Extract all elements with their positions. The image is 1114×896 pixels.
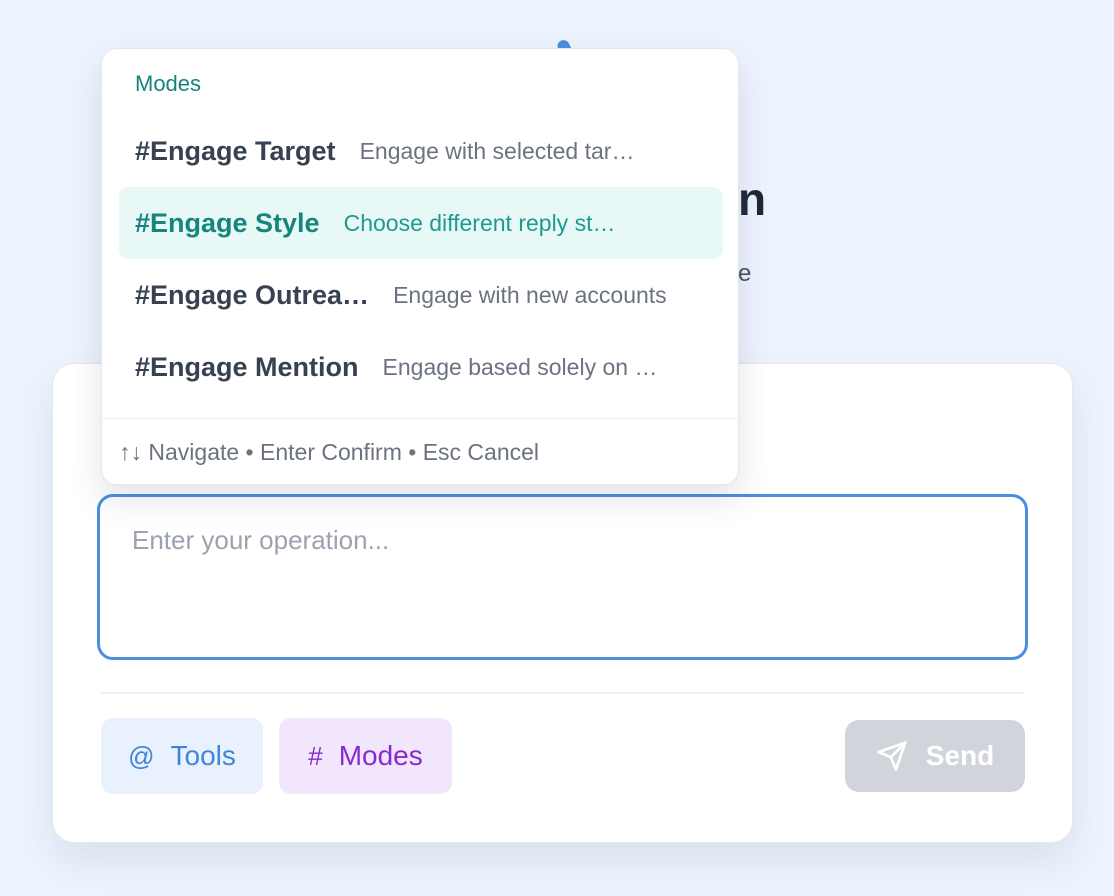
- keyboard-hint: ↑↓ Navigate • Enter Confirm • Esc Cancel: [119, 439, 540, 465]
- mode-item-engage-outreach[interactable]: #Engage Outrea… Engage with new accounts: [119, 259, 723, 331]
- composer-divider: [101, 692, 1025, 694]
- send-button[interactable]: Send: [845, 720, 1025, 792]
- modes-button[interactable]: # Modes: [279, 718, 452, 794]
- mode-name: #Engage Outrea…: [135, 279, 370, 310]
- operation-input[interactable]: [97, 494, 1028, 660]
- tools-label: Tools: [170, 740, 236, 771]
- popup-header: Modes: [135, 71, 202, 96]
- mode-item-engage-target[interactable]: #Engage Target Engage with selected tar…: [119, 115, 723, 187]
- modes-label: Modes: [338, 740, 423, 771]
- popup-divider: [102, 418, 738, 419]
- send-label: Send: [925, 740, 995, 771]
- mode-name: #Engage Mention: [135, 351, 359, 382]
- mode-item-engage-mention[interactable]: #Engage Mention Engage based solely on …: [119, 331, 723, 403]
- mode-name: #Engage Style: [135, 207, 320, 238]
- mode-description: Engage with new accounts: [393, 281, 667, 308]
- page-subtitle: e: [738, 260, 752, 287]
- at-icon: @: [128, 740, 155, 771]
- tools-button[interactable]: @ Tools: [101, 718, 263, 794]
- page-title: n: [738, 173, 767, 225]
- modes-popup: Modes #Engage Target Engage with selecte…: [101, 48, 739, 485]
- mode-description: Engage with selected tar…: [359, 137, 635, 164]
- mode-description: Engage based solely on …: [382, 353, 658, 380]
- send-icon: [877, 741, 907, 771]
- page: n e @ Tools # Modes Send Modes #Engage T…: [0, 0, 1114, 896]
- mode-description: Choose different reply st…: [343, 209, 616, 236]
- mode-name: #Engage Target: [135, 135, 336, 166]
- hash-icon: #: [308, 740, 323, 771]
- mode-item-engage-style[interactable]: #Engage Style Choose different reply st…: [119, 187, 723, 259]
